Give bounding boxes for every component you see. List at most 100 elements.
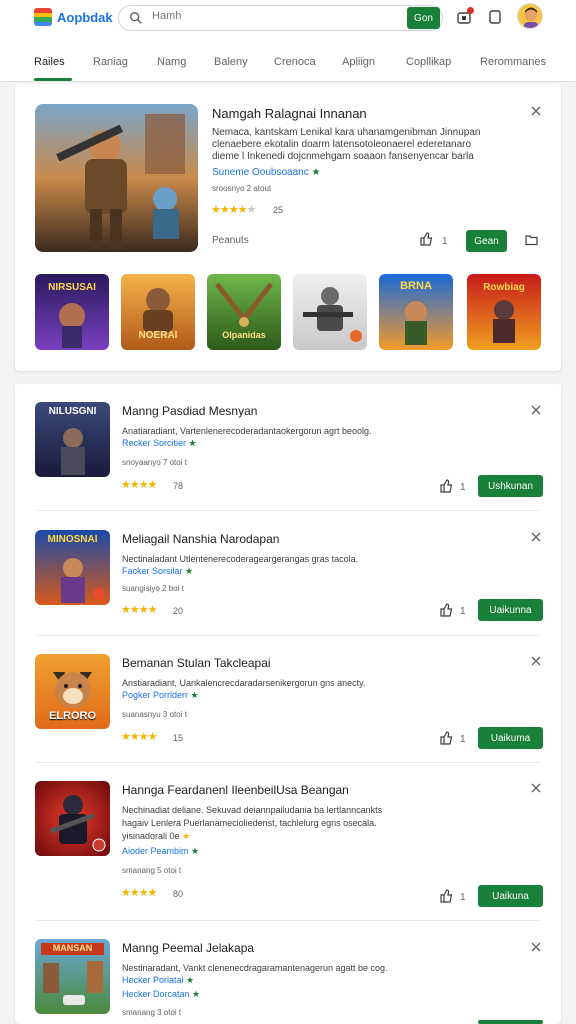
tab-baleny[interactable]: Baleny (214, 56, 248, 68)
close-icon[interactable] (530, 782, 542, 794)
tab-railes[interactable]: Railes (34, 56, 65, 68)
divider (35, 635, 541, 636)
tab-crenoca[interactable]: Crenoca (274, 56, 316, 68)
verified-star-icon: ★ (192, 989, 201, 999)
featured-developer[interactable]: Suneme Ooubsoaanc ★ (212, 167, 320, 178)
app-install-button-1[interactable]: Ushkunan (478, 475, 543, 497)
app-install-button-3[interactable]: Uaikuma (478, 727, 543, 749)
featured-developer-name: Suneme Ooubsoaanc (212, 167, 309, 178)
app-developer-5b[interactable]: Hecker Dorcatan ★ (122, 989, 200, 1000)
close-icon[interactable] (530, 655, 542, 667)
thumbs-up-icon[interactable] (419, 232, 433, 246)
app-meta-4: smanang 5 otoi t (122, 866, 182, 875)
close-icon[interactable] (530, 105, 542, 117)
tab-apliign[interactable]: Apliign (342, 56, 375, 68)
category-tabs: Railes Raniag Namg Baleny Crenoca Apliig… (0, 40, 576, 82)
app-developer-3[interactable]: Pogker Porrlderr ★ (122, 690, 199, 701)
app-meta-1: snoyaanyo 7 otoi t (122, 458, 187, 467)
tab-namg[interactable]: Namg (157, 56, 186, 68)
app-list-card: NILUSGNI Manng Pasdiad Mesnyan Anatiarad… (15, 384, 561, 1024)
game-chip-4[interactable] (293, 274, 367, 350)
verified-star-icon: ★ (191, 846, 200, 856)
app-rating-1: 78 (173, 481, 184, 491)
app-icon-1[interactable]: NILUSGNI (35, 402, 110, 477)
divider (35, 920, 541, 921)
app-desc-4c-text: yisinadorali 0e (122, 831, 180, 841)
app-developer-5[interactable]: Hecker Porlatal ★ (122, 975, 194, 986)
featured-rating: 25 (273, 205, 284, 215)
search-box: Gon (118, 5, 443, 31)
app-developer-name-4: Aioder Peambim (122, 846, 189, 856)
app-icon-3[interactable]: ELRORO (35, 654, 110, 729)
app-title-2[interactable]: Meliagail Nanshia Narodapan (122, 532, 279, 546)
tab-rerommanes[interactable]: Rerommanes (480, 56, 546, 68)
game-chip-3[interactable]: Olpanidas (207, 274, 281, 350)
app-developer-name-5: Hecker Porlatal (122, 975, 184, 985)
app-rating-stars-4: ★★★★ (121, 887, 157, 899)
app-title-5[interactable]: Manng Peemal Jelakapa (122, 941, 254, 955)
app-install-button-4[interactable]: Uaikuna (478, 885, 543, 907)
app-icon-5[interactable]: MANSAN (35, 939, 110, 1014)
verified-star-icon: ★ (190, 690, 199, 700)
app-desc-3: Anstiaradiant, Uankalencrecdaradarsenike… (122, 678, 366, 688)
folder-icon[interactable] (525, 234, 538, 246)
app-developer-name-3: Pogker Porrlderr (122, 690, 189, 700)
game-chip-6[interactable]: Rowbiag (467, 274, 541, 350)
verified-star-icon: ★ (185, 566, 194, 576)
game-chip-2[interactable]: NOERAI (121, 274, 195, 350)
featured-hero-image[interactable] (35, 104, 198, 252)
featured-card: Namgah Ralagnai Innanan Nemaca, kantskam… (15, 84, 561, 371)
search-button[interactable]: Gon (407, 7, 440, 29)
featured-desc-3: dieme l Inkenedi dojcnmehgam soaaon fans… (212, 151, 474, 162)
app-title-4[interactable]: Hannga Feardanenl IleenbeilUsa Beangan (122, 783, 349, 797)
app-desc-5: Nestinaradant, Vankt clenenecdragaramant… (122, 963, 388, 973)
app-meta-5: smanang 3 otoi t (122, 1008, 182, 1017)
close-icon[interactable] (530, 404, 542, 416)
app-developer-1[interactable]: Recker Sorcitier ★ (122, 438, 197, 449)
app-icon-4[interactable] (35, 781, 110, 856)
app-developer-name-5b: Hecker Dorcatan (122, 989, 190, 999)
app-like-count-4: 1 (460, 892, 466, 903)
app-rating-stars-1: ★★★★ (121, 479, 157, 491)
game-chip-5[interactable]: BRNA (379, 274, 453, 350)
thumbs-up-icon[interactable] (439, 479, 453, 493)
close-icon[interactable] (530, 531, 542, 543)
thumbs-up-icon[interactable] (439, 731, 453, 745)
app-title-3[interactable]: Bemanan Stulan Takcleapai (122, 656, 271, 670)
app-developer-name-2: Facker Sorsilar (122, 566, 183, 576)
featured-meta: sroosnyo 2 atout (212, 184, 272, 193)
game-chip-1[interactable]: NIRSUSAI (35, 274, 109, 350)
close-icon[interactable] (530, 941, 542, 953)
avatar[interactable] (517, 3, 543, 29)
search-input[interactable] (152, 10, 402, 22)
app-like-count-2: 1 (460, 606, 466, 617)
app-icon-2[interactable]: MINOSNAI (35, 530, 110, 605)
verified-star-icon: ★ (311, 167, 321, 178)
app-desc-4b: hagaiv Lenlera Puerlanamecioliedenst, ta… (122, 818, 377, 828)
tab-copllikap[interactable]: Copllikap (406, 56, 451, 68)
app-meta-3: suanasnyu 3 otoi t (122, 710, 187, 719)
thumbs-up-icon[interactable] (439, 889, 453, 903)
app-logo[interactable]: Aopbdak (34, 8, 113, 26)
thumbs-up-icon[interactable] (439, 603, 453, 617)
search-icon (130, 12, 142, 24)
app-developer-name-1: Recker Sorcitier (122, 438, 187, 448)
logo-text: Aopbdak (57, 9, 113, 25)
verified-star-icon: ★ (186, 975, 195, 985)
featured-rating-stars: ★★★★★ (211, 204, 256, 216)
app-title-1[interactable]: Manng Pasdiad Mesnyan (122, 404, 257, 418)
app-meta-2: suangisiyo 2 boi t (122, 584, 184, 593)
app-developer-4[interactable]: Aioder Peambim ★ (122, 846, 199, 857)
app-install-button-2[interactable]: Uaikunna (478, 599, 543, 621)
bookmark-icon[interactable] (487, 9, 503, 25)
logo-icon (34, 8, 52, 26)
tab-raniag[interactable]: Raniag (93, 56, 128, 68)
divider (35, 762, 541, 763)
app-developer-2[interactable]: Facker Sorsilar ★ (122, 566, 193, 577)
featured-install-button[interactable]: Gean (466, 230, 507, 252)
featured-title[interactable]: Namgah Ralagnai Innanan (212, 106, 367, 121)
app-install-button-5[interactable] (478, 1020, 543, 1024)
app-rating-2: 20 (173, 606, 184, 616)
star-icon: ★ (182, 831, 191, 841)
featured-like-count: 1 (442, 236, 448, 247)
